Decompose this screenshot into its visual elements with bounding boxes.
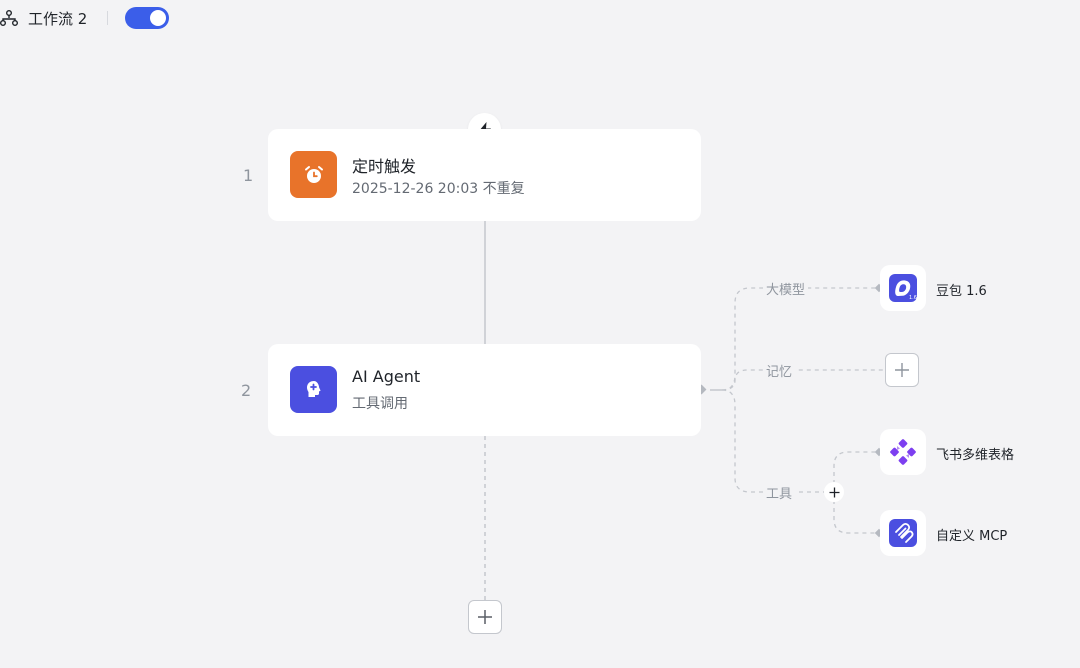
tools-branch-label: 工具 [763,483,796,502]
add-memory-button[interactable] [885,353,919,387]
add-tool-button[interactable] [824,482,844,502]
workflow-icon [0,10,18,26]
svg-text:1.6: 1.6 [909,295,917,301]
plus-icon [829,487,839,497]
tool-tile-custom-mcp[interactable] [880,510,926,556]
alarm-clock-icon [304,165,323,183]
mcp-icon [889,519,917,547]
plus-icon [895,363,909,377]
toggle-knob [150,10,166,26]
plus-icon [478,610,492,624]
agent-node-icon [290,366,337,413]
model-resource-tile[interactable]: 1.6 [880,265,926,311]
node-title: 定时触发 [352,157,417,176]
feishu-bitable-icon [890,439,916,465]
tool-label: 飞书多维表格 [936,448,1015,463]
flow-connectors [484,221,885,600]
step-number: 1 [243,166,254,185]
memory-branch-label: 记忆 [763,361,796,380]
agent-node-card[interactable]: AI Agent 工具调用 [268,344,701,436]
tool-tile-feishu-bitable[interactable] [880,429,926,475]
agent-head-icon [306,380,321,397]
step-number: 2 [241,381,252,400]
model-branch-label: 大模型 [763,279,809,298]
trigger-node-card[interactable]: 定时触发 2025-12-26 20:03 不重复 [268,129,701,221]
node-subtitle: 工具调用 [352,396,408,412]
trigger-node-icon [290,151,337,198]
add-node-button[interactable] [468,600,502,634]
model-resource-label: 豆包 1.6 [936,284,987,299]
workflow-title[interactable]: 工作流 2 [28,8,87,29]
node-title: AI Agent [352,367,421,386]
doubao-icon: 1.6 [889,274,917,302]
workflow-enabled-toggle[interactable] [125,7,169,29]
header-divider [107,11,108,25]
node-subtitle: 2025-12-26 20:03 不重复 [352,181,525,197]
tool-label: 自定义 MCP [936,529,1008,544]
